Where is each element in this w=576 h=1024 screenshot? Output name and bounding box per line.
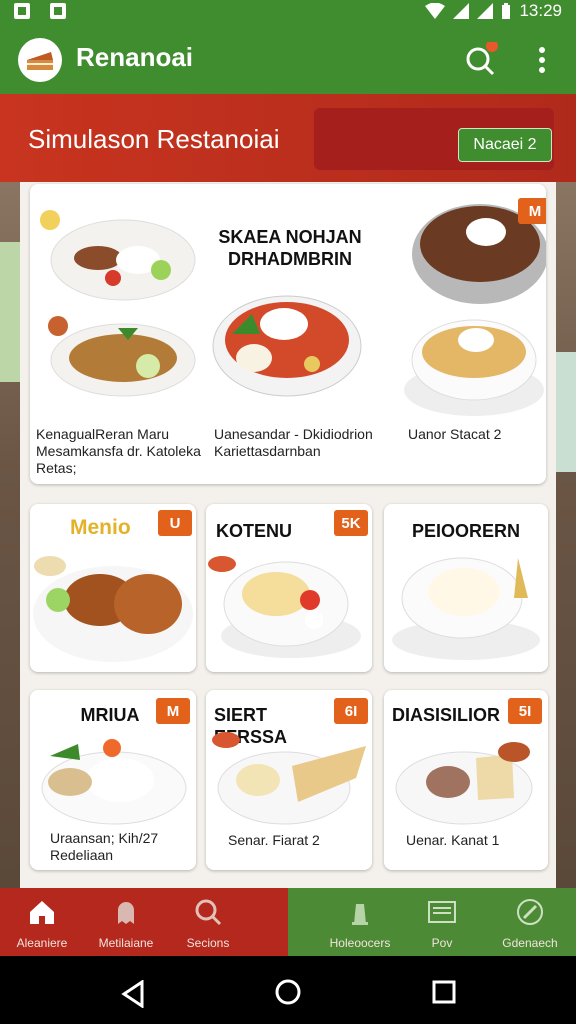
nav-item-pov[interactable]: Pov — [402, 888, 482, 956]
menu-card-kotenu[interactable]: KOTENU 5K — [206, 504, 372, 672]
nav-item-secions-label: Secions — [186, 936, 230, 950]
ghost-icon — [118, 902, 134, 924]
nav-item-secions[interactable]: Secions — [168, 888, 248, 956]
card-1-badge: M — [518, 198, 546, 224]
app-title: Renanoai — [76, 42, 194, 72]
home-button[interactable] — [274, 978, 302, 1011]
menu-card-fried-chicken[interactable]: Menio U — [30, 504, 196, 672]
hero-button[interactable]: Nacaei 2 — [458, 128, 552, 162]
bottom-navigation: Aleaniere Metilaiane Secions Holeoocers … — [0, 888, 576, 956]
card-kotenu-title: KOTENU — [216, 521, 292, 541]
nav-item-gdenaech-label: Gdenaech — [502, 936, 558, 950]
signal-icon — [453, 3, 470, 19]
home-icon — [30, 901, 54, 924]
newspaper-icon — [428, 901, 456, 923]
hero-title: Simulason Restanoiai — [28, 124, 280, 154]
nav-item-pov-label: Pov — [431, 936, 453, 950]
menu-card-mriua[interactable]: MRIUA M Uraansan; Kih/27 Redeliaan — [30, 690, 196, 870]
nav-item-gdenaech[interactable]: Gdenaech — [490, 888, 570, 956]
card-siert-badge: 6I — [334, 698, 368, 724]
fried-rice-bowl — [404, 319, 544, 416]
edit-icon — [517, 899, 543, 925]
rice-tomato-bowl — [208, 556, 361, 658]
nav-item-home-label: Aleaniere — [16, 936, 68, 950]
meat-stew-bowl — [395, 742, 533, 825]
cake-icon — [27, 52, 53, 70]
rice-curry-bowl — [212, 295, 362, 397]
card-mriua-badge: M — [156, 698, 190, 724]
nav-item-metilaiane[interactable]: Metilaiane — [86, 888, 166, 956]
home-circle-icon — [275, 979, 301, 1005]
clock: 13:29 — [519, 1, 562, 20]
app-bar: Renanoai — [0, 24, 576, 94]
menu-card-diasisilior[interactable]: DIASISILIOR 5I Uenar. Kanat 1 — [384, 690, 548, 870]
card-siert-caption: Senar. Fiarat 2 — [228, 832, 320, 848]
search-icon — [195, 899, 222, 926]
more-vert-icon — [539, 47, 545, 73]
menu-card-1[interactable]: SKAEA NOHJAN DRHADMBRIN M KenagualReran … — [30, 184, 546, 484]
card-1-caption-2: Uanesandar - Dkidiodrion Kariettasdarnba… — [214, 426, 373, 459]
rice-noodle-plate — [41, 739, 187, 825]
notification-icon — [14, 3, 30, 19]
card-mriua-caption: Uraansan; Kih/27 Redeliaan — [50, 830, 159, 863]
back-icon — [121, 979, 144, 1009]
back-button[interactable] — [120, 979, 146, 1013]
wifi-icon — [425, 3, 446, 19]
nav-item-metilaiane-label: Metilaiane — [98, 936, 154, 950]
battery-icon — [502, 3, 511, 19]
status-bar: 13:29 — [0, 0, 576, 24]
card-diasisilior-title: DIASISILIOR — [392, 705, 501, 725]
chef-icon — [352, 904, 368, 925]
app-logo — [18, 38, 62, 82]
card-1-caption-1: KenagualReran Maru Mesamkansfa dr. Katol… — [36, 426, 201, 476]
card-1-caption-3: Uanor Stacat 2 — [408, 426, 502, 442]
card-diasisilior-caption: Uenar. Kanat 1 — [406, 832, 500, 848]
menu-card-peioorern[interactable]: PEIOORERN — [384, 504, 548, 672]
grilled-meat-plate — [40, 210, 196, 397]
card-peioorern-title: PEIOORERN — [411, 521, 521, 541]
search-icon — [466, 40, 498, 76]
card-menu-badge: U — [158, 510, 192, 536]
menu-card-siert-efrssa[interactable]: SIERT EFRSSA 6I Senar. Fiarat 2 — [206, 690, 372, 870]
menu-content: SKAEA NOHJAN DRHADMBRIN M KenagualReran … — [20, 182, 556, 888]
recents-icon — [432, 980, 456, 1004]
search-button[interactable] — [462, 40, 498, 78]
card-menu-title: Menio — [70, 516, 131, 539]
nav-item-home[interactable]: Aleaniere — [2, 888, 82, 956]
image-notification-icon — [50, 3, 66, 19]
overflow-menu-button[interactable] — [530, 42, 554, 78]
card-mriua-title: MRIUA — [80, 705, 140, 725]
card-diasisilior-badge: 5I — [508, 698, 542, 724]
white-rice-bowl — [392, 557, 540, 660]
nav-item-holeoocers-label: Holeoocers — [329, 936, 391, 950]
card-1-title: SKAEA NOHJAN DRHADMBRIN — [218, 227, 362, 269]
nav-item-holeoocers[interactable]: Holeoocers — [320, 888, 400, 956]
system-navigation-bar — [0, 956, 576, 1024]
recents-button[interactable] — [432, 980, 456, 1009]
signal-icon-2 — [477, 3, 494, 19]
card-kotenu-badge: 5K — [334, 510, 368, 536]
potato-bread-bowl — [212, 732, 366, 825]
